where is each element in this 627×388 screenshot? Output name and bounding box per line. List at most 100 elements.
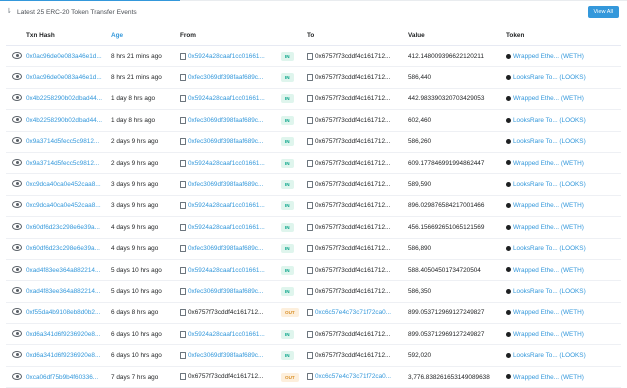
view-details-cell[interactable] xyxy=(6,152,26,175)
view-details-cell[interactable] xyxy=(6,259,26,282)
from-address[interactable]: 0xfec3069df398faaf689c... xyxy=(188,74,263,81)
view-details-cell[interactable] xyxy=(6,66,26,89)
view-details-cell[interactable] xyxy=(6,109,26,132)
from-address[interactable]: 0xfec3069df398faaf689c... xyxy=(188,138,263,145)
token-link[interactable]: LooksRare To... (LOOKS) xyxy=(513,138,586,145)
eye-icon[interactable] xyxy=(12,265,22,273)
to-address[interactable]: 0xc6c57e4c73c71f72ca0... xyxy=(315,309,391,316)
contract-icon xyxy=(307,73,313,81)
txn-hash-link[interactable]: 0x60df6d23c298e6e39a... xyxy=(26,224,100,231)
to-address[interactable]: 0xc6c57e4c73c71f72ca0... xyxy=(315,374,391,381)
view-details-cell[interactable] xyxy=(6,216,26,239)
view-details-cell[interactable] xyxy=(6,45,26,68)
col-age[interactable]: Age xyxy=(111,26,180,46)
eye-icon[interactable] xyxy=(12,372,22,380)
txn-hash-link[interactable]: 0xd6a341d6f9236920e8... xyxy=(26,352,100,359)
value-text: 586,260 xyxy=(408,138,432,146)
eye-icon[interactable] xyxy=(12,308,22,316)
token-link[interactable]: Wrapped Ethe... (WETH) xyxy=(513,95,584,102)
eye-icon[interactable] xyxy=(12,158,22,166)
table-row: 0xf55da4b9108eb8d0b2... 6 days 8 hrs ago 0… xyxy=(6,302,621,325)
age-text: 8 hrs 21 mins ago xyxy=(111,52,162,60)
from-address[interactable]: 0x5924a28caaf1cc01661... xyxy=(188,53,265,60)
table-row: 0x4b2258290b02dbad44... 1 day 8 hrs ago 0x… xyxy=(6,109,621,132)
from-address[interactable]: 0xfec3069df398faaf689c... xyxy=(188,117,263,124)
col-view xyxy=(6,26,26,46)
view-all-button[interactable]: View All xyxy=(587,6,619,18)
token-link[interactable]: LooksRare To... (LOOKS) xyxy=(513,245,586,252)
view-details-cell[interactable] xyxy=(6,366,26,388)
contract-icon xyxy=(180,159,186,167)
token-link[interactable]: LooksRare To... (LOOKS) xyxy=(513,74,586,81)
eye-icon[interactable] xyxy=(12,180,22,188)
eye-icon[interactable] xyxy=(12,73,22,81)
age-text: 2 days 9 hrs ago xyxy=(111,138,159,146)
eye-icon[interactable] xyxy=(12,286,22,294)
eye-icon[interactable] xyxy=(12,222,22,230)
eye-icon[interactable] xyxy=(12,244,22,252)
from-address[interactable]: 0xfec3069df398faaf689c... xyxy=(188,181,263,188)
txn-hash-link[interactable]: 0xf55da4b9108eb8d0b2... xyxy=(26,309,100,316)
view-details-cell[interactable] xyxy=(6,173,26,196)
from-address[interactable]: 0x5924a28caaf1cc01661... xyxy=(188,96,265,103)
from-address[interactable]: 0x5924a28caaf1cc01661... xyxy=(188,160,265,167)
from-address[interactable]: 0xfec3069df398faaf689c... xyxy=(188,245,263,252)
age-text: 5 days 10 hrs ago xyxy=(111,287,162,295)
txn-hash-link[interactable]: 0xad4f83ee364a882214... xyxy=(26,288,100,295)
token-link[interactable]: LooksRare To... (LOOKS) xyxy=(513,288,586,295)
view-details-cell[interactable] xyxy=(6,344,26,367)
eye-icon[interactable] xyxy=(12,115,22,123)
txn-hash-link[interactable]: 0x60df6d23c298e6e39a... xyxy=(26,245,100,252)
txn-hash-link[interactable]: 0xc9dca40ca0e452caa8... xyxy=(26,202,101,209)
age-text: 1 day 8 hrs ago xyxy=(111,116,156,124)
eye-icon[interactable] xyxy=(12,329,22,337)
from-address[interactable]: 0x5924a28caaf1cc01661... xyxy=(188,203,265,210)
txn-hash-link[interactable]: 0x4b2258290b02dbad44... xyxy=(26,95,102,102)
to-address: 0x6757f73cddf4c161712... xyxy=(315,116,391,124)
view-details-cell[interactable] xyxy=(6,302,26,325)
token-link[interactable]: Wrapped Ethe... (WETH) xyxy=(513,53,584,60)
txn-hash-link[interactable]: 0x0ac96de0e083a46e1d... xyxy=(26,53,102,60)
from-address[interactable]: 0xfec3069df398faaf689c... xyxy=(188,288,263,295)
txn-hash-link[interactable]: 0xd6a341d6f9236920e8... xyxy=(26,331,100,338)
txn-hash-link[interactable]: 0x9a3714d5fecc5c9812... xyxy=(26,138,99,145)
view-details-cell[interactable] xyxy=(6,195,26,218)
view-details-cell[interactable] xyxy=(6,131,26,153)
from-address[interactable]: 0xfec3069df398faaf689c... xyxy=(188,352,263,359)
eye-icon[interactable] xyxy=(12,51,22,59)
txn-hash-link[interactable]: 0xca06df75b9b4f60336... xyxy=(26,374,98,381)
txn-hash-link[interactable]: 0xc9dca40ca0e452caa8... xyxy=(26,181,101,188)
token-link[interactable]: Wrapped Ethe... (WETH) xyxy=(513,309,584,316)
token-link[interactable]: Wrapped Ethe... (WETH) xyxy=(513,202,584,209)
eye-icon[interactable] xyxy=(12,201,22,209)
eye-icon[interactable] xyxy=(12,94,22,102)
from-address[interactable]: 0x5924a28caaf1cc01661... xyxy=(188,224,265,231)
token-link[interactable]: LooksRare To... (LOOKS) xyxy=(513,352,586,359)
token-link[interactable]: Wrapped Ethe... (WETH) xyxy=(513,267,584,274)
txn-hash-link[interactable]: 0x9a3714d5fecc5c9812... xyxy=(26,160,99,167)
view-details-cell[interactable] xyxy=(6,280,26,303)
token-link[interactable]: Wrapped Ethe... (WETH) xyxy=(513,374,584,381)
contract-icon xyxy=(180,352,186,360)
token-link[interactable]: LooksRare To... (LOOKS) xyxy=(513,181,586,188)
token-link[interactable]: Wrapped Ethe... (WETH) xyxy=(513,224,584,231)
token-link[interactable]: Wrapped Ethe... (WETH) xyxy=(513,160,584,167)
eye-icon[interactable] xyxy=(12,137,22,145)
view-details-cell[interactable] xyxy=(6,323,26,346)
from-address[interactable]: 0x5924a28caaf1cc01661... xyxy=(188,267,265,274)
txn-hash-link[interactable]: 0x0ac96de0e083a46e1d... xyxy=(26,74,102,81)
to-address: 0x6757f73cddf4c161712... xyxy=(315,245,391,253)
value-text: 589,590 xyxy=(408,181,432,189)
view-details-cell[interactable] xyxy=(6,88,26,111)
token-icon xyxy=(506,374,511,380)
eye-icon[interactable] xyxy=(12,351,22,359)
txn-hash-link[interactable]: 0xad4f83ee364a882214... xyxy=(26,267,100,274)
contract-icon xyxy=(180,287,186,295)
from-address[interactable]: 0x5924a28caaf1cc01661... xyxy=(188,331,265,338)
age-text: 7 days 7 hrs ago xyxy=(111,373,159,381)
token-link[interactable]: LooksRare To... (LOOKS) xyxy=(513,117,586,124)
view-details-cell[interactable] xyxy=(6,238,26,260)
age-text: 4 days 9 hrs ago xyxy=(111,223,159,231)
txn-hash-link[interactable]: 0x4b2258290b02dbad44... xyxy=(26,117,102,124)
token-link[interactable]: Wrapped Ethe... (WETH) xyxy=(513,331,584,338)
